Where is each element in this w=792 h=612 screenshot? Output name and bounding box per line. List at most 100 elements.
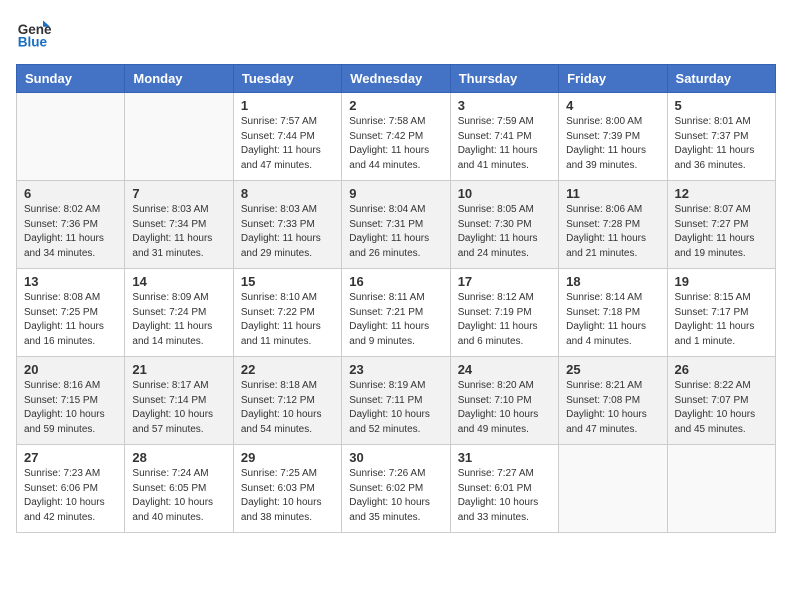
day-info: Sunrise: 7:24 AM Sunset: 6:05 PM Dayligh… (132, 467, 225, 525)
day-info: Sunrise: 8:18 AM Sunset: 7:12 PM Dayligh… (241, 379, 334, 437)
calendar-cell: 4 Sunrise: 8:00 AM Sunset: 7:39 PM Daylig… (559, 93, 667, 181)
day-number: 10 (458, 186, 551, 201)
day-info: Sunrise: 8:22 AM Sunset: 7:07 PM Dayligh… (675, 379, 768, 437)
calendar-cell: 2Sunrise: 7:58 AM Sunset: 7:42 PM Daylig… (342, 93, 450, 181)
calendar-cell (17, 93, 125, 181)
calendar-cell: 10Sunrise: 8:05 AM Sunset: 7:30 PM Dayli… (450, 181, 558, 269)
day-number: 30 (349, 450, 442, 465)
calendar-header-row: SundayMondayTuesdayWednesdayThursdayFrid… (17, 65, 776, 93)
day-number: 19 (675, 274, 768, 289)
day-number: 26 (675, 362, 768, 377)
day-info: Sunrise: 7:23 AM Sunset: 6:06 PM Dayligh… (24, 467, 117, 525)
day-number: 17 (458, 274, 551, 289)
calendar-cell: 16Sunrise: 8:11 AM Sunset: 7:21 PM Dayli… (342, 269, 450, 357)
day-number: 14 (132, 274, 225, 289)
day-number: 13 (24, 274, 117, 289)
day-header-saturday: Saturday (667, 65, 775, 93)
calendar-cell: 3 Sunrise: 7:59 AM Sunset: 7:41 PM Daylig… (450, 93, 558, 181)
day-number: 6 (24, 186, 117, 201)
day-header-friday: Friday (559, 65, 667, 93)
calendar-cell: 29 Sunrise: 7:25 AM Sunset: 6:03 PM Dayli… (233, 445, 341, 533)
day-number: 2 (349, 98, 442, 113)
day-number: 29 (241, 450, 334, 465)
day-number: 8 (241, 186, 334, 201)
day-info: Sunrise: 8:11 AM Sunset: 7:21 PM Dayligh… (349, 291, 442, 349)
day-number: 3 (458, 98, 551, 113)
calendar-cell: 17 Sunrise: 8:12 AM Sunset: 7:19 PM Dayli… (450, 269, 558, 357)
logo: General Blue (16, 16, 52, 52)
day-info: Sunrise: 8:03 AM Sunset: 7:33 PM Dayligh… (241, 203, 334, 261)
calendar-week-1: 1 Sunrise: 7:57 AM Sunset: 7:44 PM Daylig… (17, 93, 776, 181)
day-info: Sunrise: 8:07 AM Sunset: 7:27 PM Dayligh… (675, 203, 768, 261)
calendar-cell: 26 Sunrise: 8:22 AM Sunset: 7:07 PM Dayli… (667, 357, 775, 445)
day-number: 7 (132, 186, 225, 201)
day-info: Sunrise: 7:59 AM Sunset: 7:41 PM Dayligh… (458, 115, 551, 173)
logo-icon: General Blue (16, 16, 52, 52)
day-info: Sunrise: 8:16 AM Sunset: 7:15 PM Dayligh… (24, 379, 117, 437)
calendar-week-3: 13 Sunrise: 8:08 AM Sunset: 7:25 PM Dayli… (17, 269, 776, 357)
calendar-cell: 14 Sunrise: 8:09 AM Sunset: 7:24 PM Dayli… (125, 269, 233, 357)
day-number: 31 (458, 450, 551, 465)
day-number: 1 (241, 98, 334, 113)
day-info: Sunrise: 8:01 AM Sunset: 7:37 PM Dayligh… (675, 115, 768, 173)
calendar-week-2: 6Sunrise: 8:02 AM Sunset: 7:36 PM Daylig… (17, 181, 776, 269)
calendar-cell: 5 Sunrise: 8:01 AM Sunset: 7:37 PM Daylig… (667, 93, 775, 181)
day-info: Sunrise: 8:14 AM Sunset: 7:18 PM Dayligh… (566, 291, 659, 349)
day-info: Sunrise: 7:26 AM Sunset: 6:02 PM Dayligh… (349, 467, 442, 525)
day-info: Sunrise: 7:25 AM Sunset: 6:03 PM Dayligh… (241, 467, 334, 525)
day-info: Sunrise: 8:09 AM Sunset: 7:24 PM Dayligh… (132, 291, 225, 349)
calendar-cell: 7 Sunrise: 8:03 AM Sunset: 7:34 PM Daylig… (125, 181, 233, 269)
day-number: 22 (241, 362, 334, 377)
day-info: Sunrise: 8:06 AM Sunset: 7:28 PM Dayligh… (566, 203, 659, 261)
calendar-cell: 31 Sunrise: 7:27 AM Sunset: 6:01 PM Dayli… (450, 445, 558, 533)
day-header-thursday: Thursday (450, 65, 558, 93)
calendar-cell: 23 Sunrise: 8:19 AM Sunset: 7:11 PM Dayli… (342, 357, 450, 445)
calendar-cell: 27Sunrise: 7:23 AM Sunset: 6:06 PM Dayli… (17, 445, 125, 533)
day-info: Sunrise: 7:57 AM Sunset: 7:44 PM Dayligh… (241, 115, 334, 173)
calendar-cell (667, 445, 775, 533)
day-number: 18 (566, 274, 659, 289)
day-info: Sunrise: 8:03 AM Sunset: 7:34 PM Dayligh… (132, 203, 225, 261)
calendar-cell: 25 Sunrise: 8:21 AM Sunset: 7:08 PM Dayli… (559, 357, 667, 445)
day-info: Sunrise: 8:04 AM Sunset: 7:31 PM Dayligh… (349, 203, 442, 261)
day-number: 12 (675, 186, 768, 201)
calendar-cell: 30 Sunrise: 7:26 AM Sunset: 6:02 PM Dayli… (342, 445, 450, 533)
calendar-week-4: 20 Sunrise: 8:16 AM Sunset: 7:15 PM Dayli… (17, 357, 776, 445)
day-info: Sunrise: 7:27 AM Sunset: 6:01 PM Dayligh… (458, 467, 551, 525)
day-number: 25 (566, 362, 659, 377)
day-info: Sunrise: 8:12 AM Sunset: 7:19 PM Dayligh… (458, 291, 551, 349)
day-info: Sunrise: 8:15 AM Sunset: 7:17 PM Dayligh… (675, 291, 768, 349)
day-header-tuesday: Tuesday (233, 65, 341, 93)
day-number: 5 (675, 98, 768, 113)
day-number: 21 (132, 362, 225, 377)
svg-text:Blue: Blue (18, 35, 48, 50)
day-number: 23 (349, 362, 442, 377)
calendar-cell: 22 Sunrise: 8:18 AM Sunset: 7:12 PM Dayli… (233, 357, 341, 445)
day-info: Sunrise: 8:20 AM Sunset: 7:10 PM Dayligh… (458, 379, 551, 437)
calendar-cell: 21 Sunrise: 8:17 AM Sunset: 7:14 PM Dayli… (125, 357, 233, 445)
calendar-cell: 28 Sunrise: 7:24 AM Sunset: 6:05 PM Dayli… (125, 445, 233, 533)
day-info: Sunrise: 8:00 AM Sunset: 7:39 PM Dayligh… (566, 115, 659, 173)
calendar-cell: 20 Sunrise: 8:16 AM Sunset: 7:15 PM Dayli… (17, 357, 125, 445)
day-number: 11 (566, 186, 659, 201)
calendar-cell: 15Sunrise: 8:10 AM Sunset: 7:22 PM Dayli… (233, 269, 341, 357)
calendar-cell: 13 Sunrise: 8:08 AM Sunset: 7:25 PM Dayli… (17, 269, 125, 357)
day-header-wednesday: Wednesday (342, 65, 450, 93)
day-number: 15 (241, 274, 334, 289)
day-number: 20 (24, 362, 117, 377)
day-info: Sunrise: 8:21 AM Sunset: 7:08 PM Dayligh… (566, 379, 659, 437)
day-info: Sunrise: 8:08 AM Sunset: 7:25 PM Dayligh… (24, 291, 117, 349)
day-header-monday: Monday (125, 65, 233, 93)
day-info: Sunrise: 8:19 AM Sunset: 7:11 PM Dayligh… (349, 379, 442, 437)
calendar-cell: 24Sunrise: 8:20 AM Sunset: 7:10 PM Dayli… (450, 357, 558, 445)
day-header-sunday: Sunday (17, 65, 125, 93)
calendar-cell: 19 Sunrise: 8:15 AM Sunset: 7:17 PM Dayli… (667, 269, 775, 357)
day-info: Sunrise: 8:17 AM Sunset: 7:14 PM Dayligh… (132, 379, 225, 437)
day-number: 4 (566, 98, 659, 113)
calendar-table: SundayMondayTuesdayWednesdayThursdayFrid… (16, 64, 776, 533)
calendar-cell: 11 Sunrise: 8:06 AM Sunset: 7:28 PM Dayli… (559, 181, 667, 269)
calendar-cell (125, 93, 233, 181)
calendar-cell: 9Sunrise: 8:04 AM Sunset: 7:31 PM Daylig… (342, 181, 450, 269)
calendar-cell: 18 Sunrise: 8:14 AM Sunset: 7:18 PM Dayli… (559, 269, 667, 357)
day-number: 28 (132, 450, 225, 465)
